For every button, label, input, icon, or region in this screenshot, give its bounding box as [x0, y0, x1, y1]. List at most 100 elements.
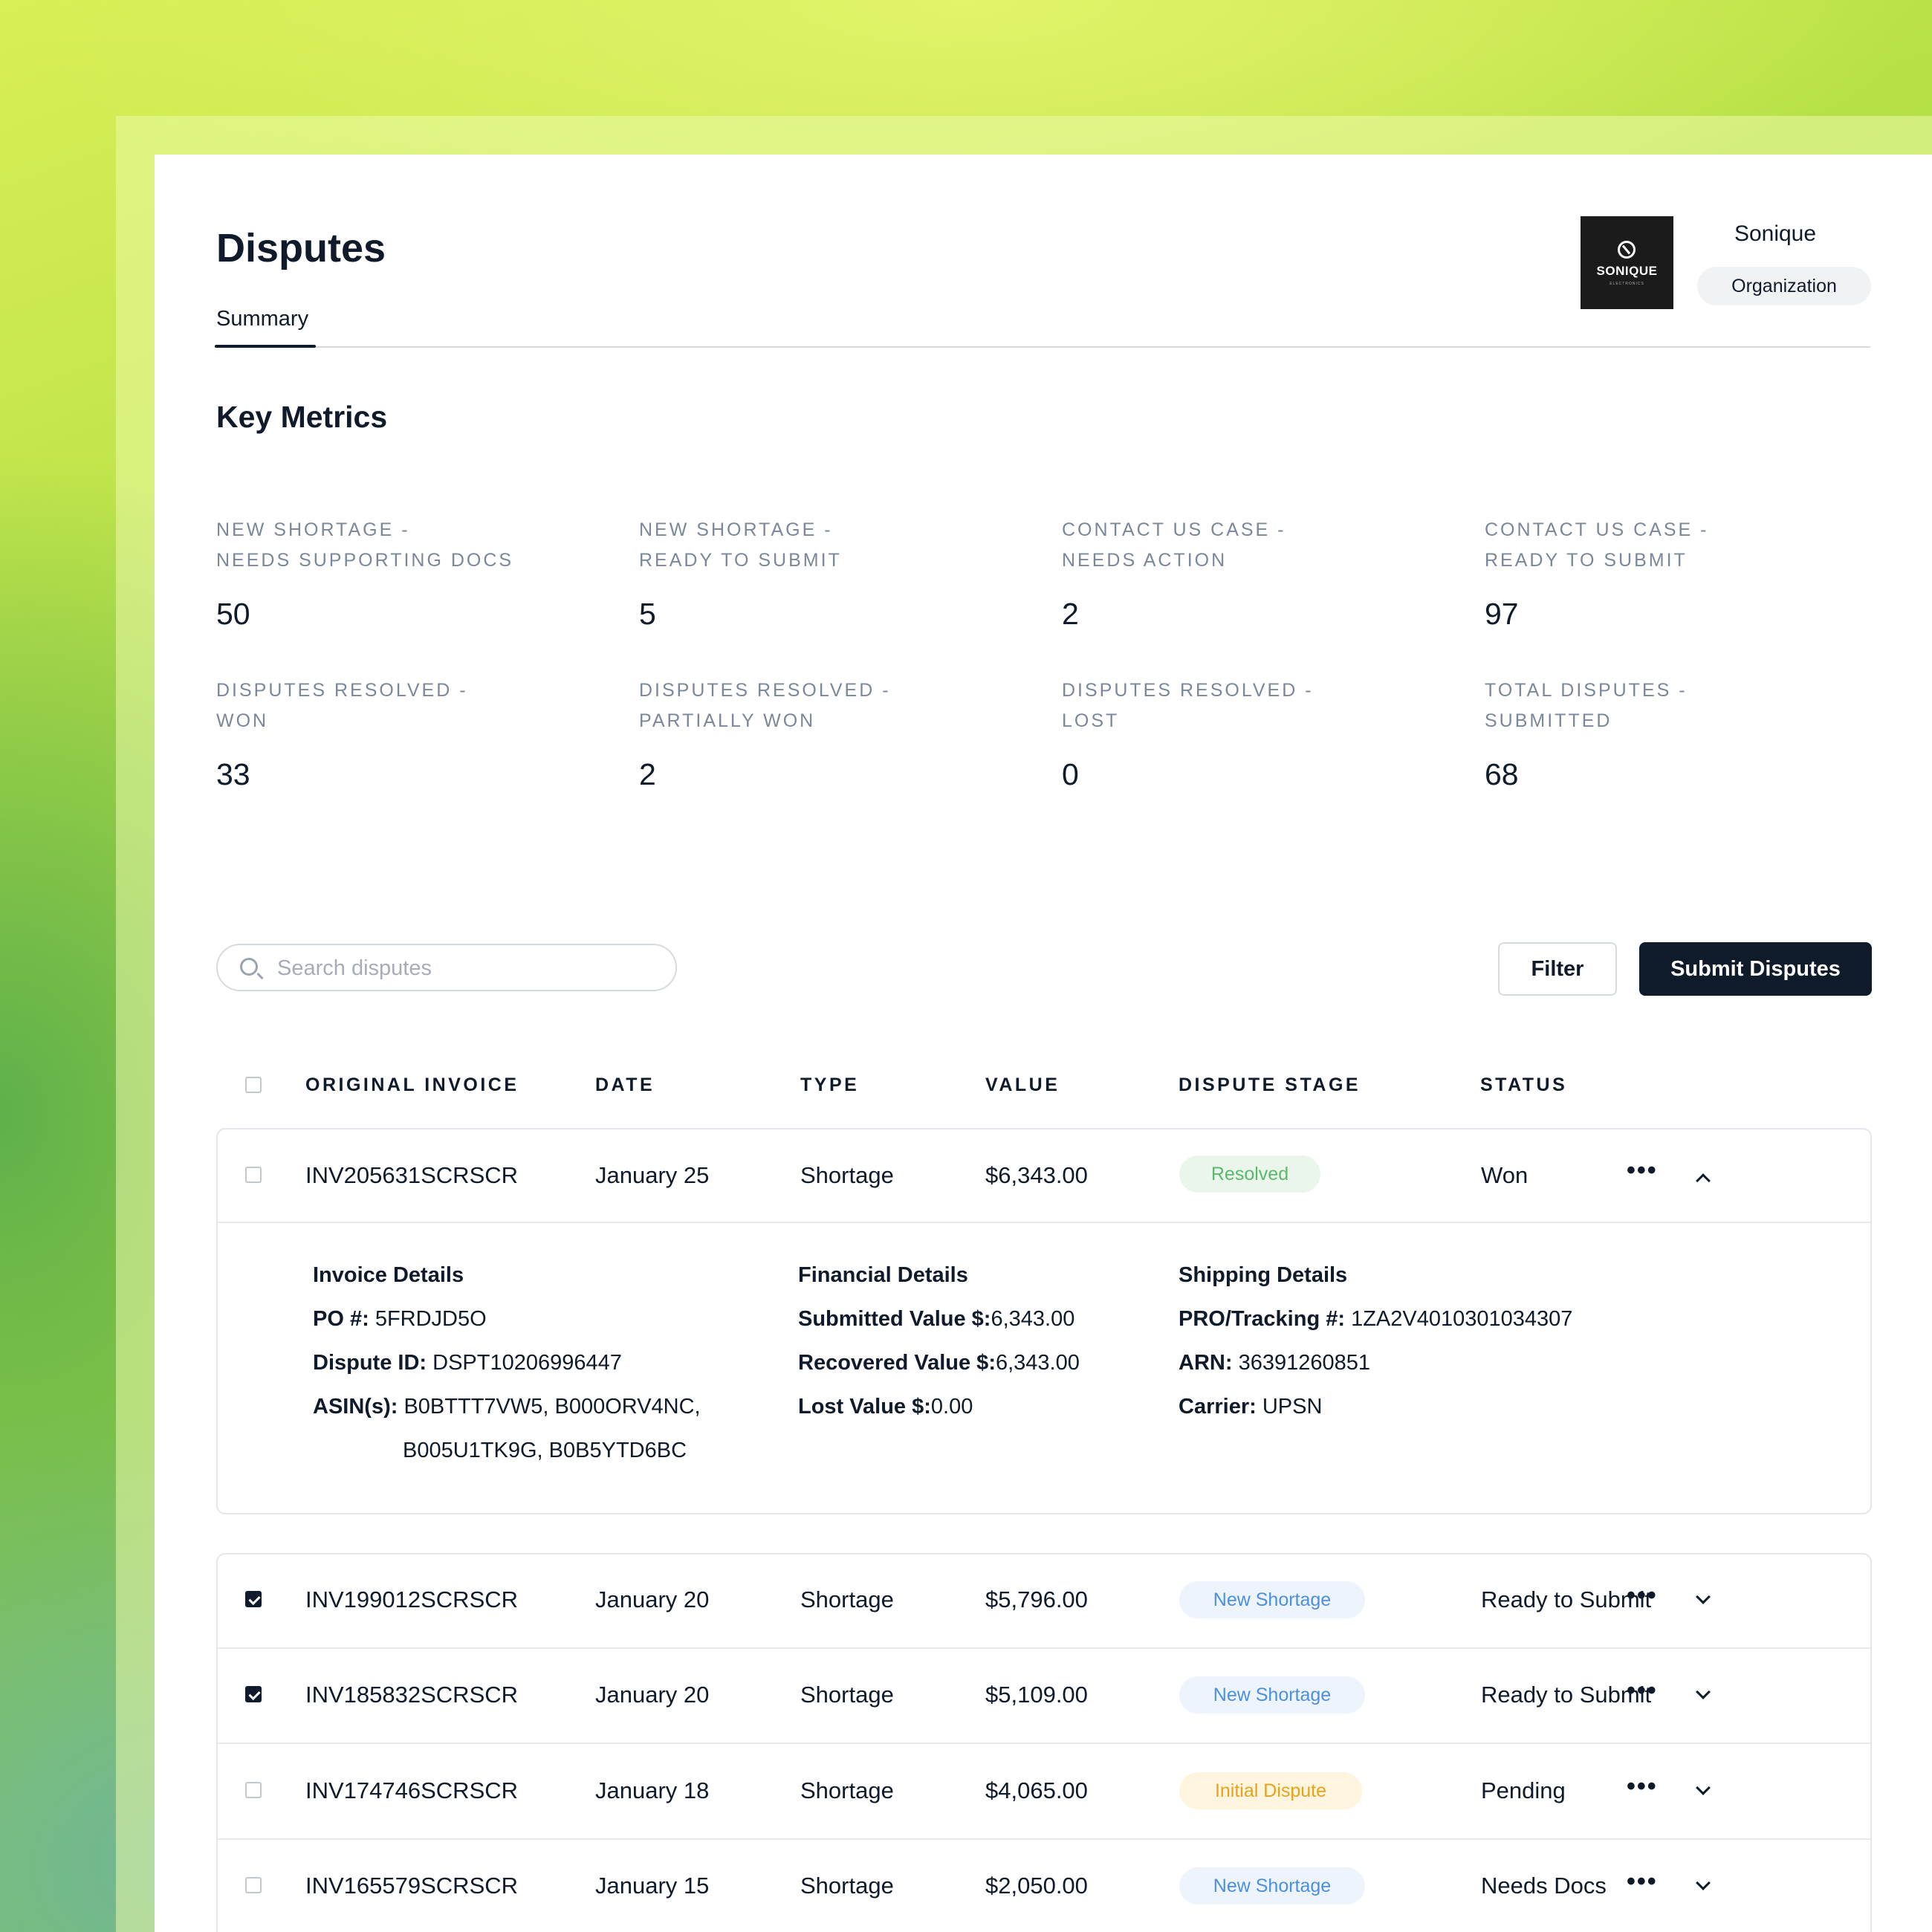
search-icon — [240, 958, 258, 976]
cell-date: January 20 — [595, 1682, 710, 1708]
dispute-id: Dispute ID: DSPT10206996447 — [313, 1351, 622, 1375]
invoice-details: Invoice Details PO #: 5FRDJD5O Dispute I… — [313, 1263, 701, 1463]
logo-wordmark: SONIQUE — [1596, 264, 1658, 278]
metric-value: 50 — [216, 597, 250, 631]
metric-label: PARTIALLY WON — [639, 710, 816, 731]
more-options-icon[interactable]: ••• — [1627, 1867, 1658, 1896]
asin-list: ASIN(s): B0BTTT7VW5, B000ORV4NC, — [313, 1395, 701, 1419]
shipping-details: Shipping Details PRO/Tracking #: 1ZA2V40… — [1179, 1263, 1572, 1419]
metric-label: WON — [216, 710, 269, 731]
stage-badge: New Shortage — [1179, 1581, 1365, 1618]
chevron-down-icon[interactable] — [1696, 1685, 1711, 1699]
cell-type: Shortage — [800, 1586, 894, 1612]
more-options-icon[interactable]: ••• — [1627, 1676, 1658, 1705]
row-checkbox[interactable] — [245, 1591, 262, 1607]
rows-card: INV199012SCRSCR January 20 Shortage $5,7… — [216, 1553, 1872, 1932]
expanded-row-card: INV205631SCRSCR January 25 Shortage $6,3… — [216, 1128, 1872, 1514]
metric-value: 2 — [1062, 597, 1079, 631]
po-number: PO #: 5FRDJD5O — [313, 1307, 487, 1331]
metric-label: DISPUTES RESOLVED - — [216, 680, 468, 701]
cell-value: $4,065.00 — [985, 1777, 1088, 1803]
cell-value: $5,109.00 — [985, 1682, 1088, 1708]
metric-value: 5 — [639, 597, 656, 631]
column-header-status[interactable]: STATUS — [1480, 1074, 1567, 1096]
metric-label: DISPUTES RESOLVED - — [1062, 680, 1314, 701]
more-options-icon[interactable]: ••• — [1627, 1156, 1658, 1185]
cell-date: January 25 — [595, 1162, 710, 1188]
row-checkbox[interactable] — [245, 1782, 262, 1798]
column-header-stage[interactable]: DISPUTE STAGE — [1179, 1074, 1361, 1096]
page-title: Disputes — [216, 226, 386, 270]
arn: ARN: 36391260851 — [1179, 1351, 1370, 1375]
stage-badge: Initial Dispute — [1179, 1772, 1362, 1809]
cell-date: January 15 — [595, 1873, 710, 1899]
cell-status: Pending — [1481, 1777, 1566, 1803]
column-header-type[interactable]: TYPE — [800, 1074, 859, 1096]
chevron-up-icon[interactable] — [1696, 1173, 1711, 1188]
recovered-value: Recovered Value $:6,343.00 — [798, 1351, 1080, 1375]
financial-details-heading: Financial Details — [798, 1263, 968, 1287]
select-all-checkbox[interactable] — [245, 1077, 262, 1093]
cell-status: Won — [1481, 1162, 1529, 1188]
row-divider — [218, 1647, 1870, 1649]
cell-invoice[interactable]: INV174746SCRSCR — [305, 1777, 518, 1804]
stage-badge: Resolved — [1179, 1155, 1320, 1193]
tracking-number: PRO/Tracking #: 1ZA2V4010301034307 — [1179, 1307, 1573, 1331]
metric-total-submitted: TOTAL DISPUTES - SUBMITTED 68 — [1485, 675, 1688, 792]
chevron-down-icon[interactable] — [1696, 1876, 1711, 1890]
carrier: Carrier: UPSN — [1179, 1395, 1323, 1419]
chevron-down-icon[interactable] — [1696, 1589, 1711, 1604]
metric-label: READY TO SUBMIT — [639, 550, 842, 571]
cell-type: Shortage — [800, 1682, 894, 1708]
cell-invoice[interactable]: INV185832SCRSCR — [305, 1682, 518, 1708]
metric-label: LOST — [1062, 710, 1120, 731]
column-header-value[interactable]: VALUE — [985, 1074, 1060, 1096]
cell-status: Needs Docs — [1481, 1873, 1607, 1899]
row-divider — [218, 1222, 1870, 1223]
financial-details: Financial Details Submitted Value $:6,34… — [798, 1263, 1080, 1419]
row-divider — [218, 1838, 1870, 1840]
metric-resolved-won: DISPUTES RESOLVED - WON 33 — [216, 675, 468, 792]
cell-invoice[interactable]: INV205631SCRSCR — [305, 1162, 518, 1189]
shipping-details-heading: Shipping Details — [1179, 1263, 1348, 1287]
metric-new-shortage-needs-docs: NEW SHORTAGE - NEEDS SUPPORTING DOCS 50 — [216, 515, 513, 632]
tab-summary-indicator — [215, 345, 316, 348]
metric-label: NEEDS ACTION — [1062, 550, 1228, 571]
metric-label: DISPUTES RESOLVED - — [639, 680, 891, 701]
chevron-down-icon[interactable] — [1696, 1780, 1711, 1795]
filter-button[interactable]: Filter — [1498, 942, 1617, 996]
search-box[interactable] — [216, 944, 677, 991]
cell-status: Ready to Submit — [1481, 1586, 1652, 1612]
asin-list-continued: B005U1TK9G, B0B5YTD6BC — [403, 1439, 687, 1462]
column-header-invoice[interactable]: ORIGINAL INVOICE — [305, 1074, 519, 1096]
metric-label: SUBMITTED — [1485, 710, 1612, 731]
cell-date: January 18 — [595, 1777, 710, 1803]
metric-label: NEEDS SUPPORTING DOCS — [216, 550, 514, 571]
logo-subtext: ELECTRONICS — [1610, 282, 1644, 286]
cell-type: Shortage — [800, 1873, 894, 1899]
stage-badge: New Shortage — [1179, 1676, 1365, 1714]
cell-value: $6,343.00 — [985, 1162, 1088, 1188]
row-checkbox[interactable] — [245, 1167, 262, 1183]
submit-disputes-button[interactable]: Submit Disputes — [1639, 942, 1872, 996]
cell-invoice[interactable]: INV199012SCRSCR — [305, 1586, 518, 1613]
metric-label: NEW SHORTAGE - — [639, 519, 833, 540]
more-options-icon[interactable]: ••• — [1627, 1581, 1658, 1610]
org-logo[interactable]: SONIQUE ELECTRONICS — [1581, 216, 1673, 309]
tab-summary[interactable]: Summary — [216, 307, 308, 331]
search-input[interactable] — [276, 953, 650, 984]
row-checkbox[interactable] — [245, 1877, 262, 1893]
row-divider — [218, 1743, 1870, 1744]
logo-mark-icon — [1618, 241, 1636, 259]
cell-date: January 20 — [595, 1586, 710, 1612]
metric-new-shortage-ready: NEW SHORTAGE - READY TO SUBMIT 5 — [639, 515, 842, 632]
cell-invoice[interactable]: INV165579SCRSCR — [305, 1873, 518, 1899]
row-checkbox[interactable] — [245, 1686, 262, 1702]
column-header-date[interactable]: DATE — [595, 1074, 655, 1096]
metric-label: TOTAL DISPUTES - — [1485, 680, 1688, 701]
stage-badge: New Shortage — [1179, 1867, 1365, 1905]
metric-label: NEW SHORTAGE - — [216, 519, 410, 540]
org-name: Sonique — [1734, 221, 1817, 246]
key-metrics-title: Key Metrics — [216, 400, 388, 434]
more-options-icon[interactable]: ••• — [1627, 1772, 1658, 1801]
